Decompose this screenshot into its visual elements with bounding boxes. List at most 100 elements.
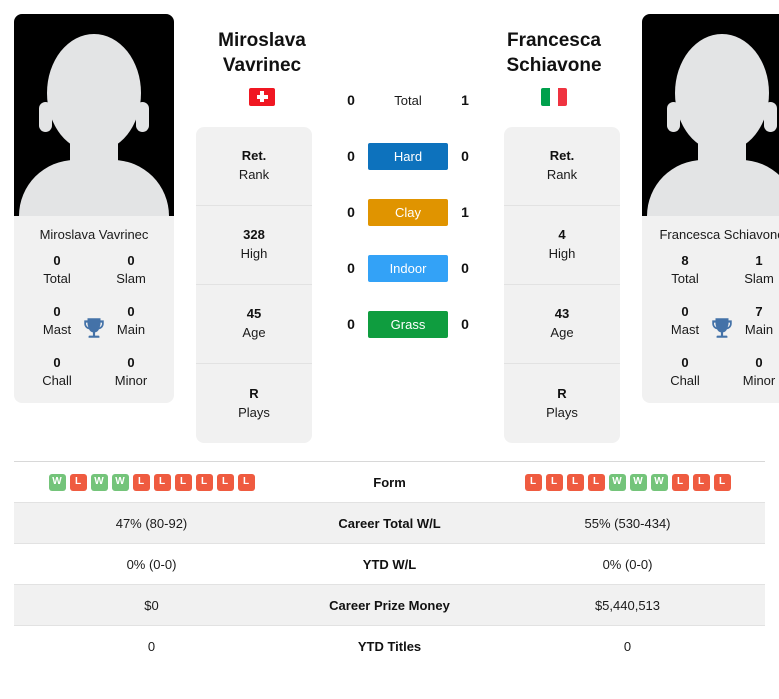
right-player-photo (642, 14, 779, 216)
form-badge-loss[interactable]: L (153, 473, 171, 491)
right-plays-label: Plays (546, 404, 578, 420)
left-player-photo (14, 14, 174, 216)
right-player-first-name: Francesca (506, 30, 601, 51)
right-titles-slam: 1 Slam (722, 252, 779, 287)
left-age-label: Age (242, 325, 266, 340)
left-titles-total-label: Total (43, 270, 71, 286)
top-section: Miroslava Vavrinec 0 Total 0 Slam 0 Mast… (0, 0, 779, 443)
left-player-first-name: Miroslava (218, 30, 306, 51)
right-titles-chall-label: Chall (670, 372, 700, 388)
left-high-label: High (240, 246, 268, 261)
right-career-total-wl: 55% (530-434) (584, 515, 671, 531)
right-titles-chall-value: 0 (681, 355, 689, 371)
h2h-clay-right-score: 1 (461, 204, 469, 220)
row-label-form: Form (373, 474, 406, 490)
right-high-label: High (548, 246, 576, 261)
left-titles-total-value: 0 (53, 253, 61, 268)
left-player-titles-grid: 0 Total 0 Slam 0 Mast 0 Main 0 Chall 0 M… (14, 252, 174, 403)
flag-switzerland-icon (249, 87, 275, 106)
form-badge-loss[interactable]: L (692, 473, 710, 491)
left-player-avatar-card: Miroslava Vavrinec 0 Total 0 Slam 0 Mast… (14, 14, 174, 404)
form-badge-loss[interactable]: L (174, 473, 192, 491)
form-badge-loss[interactable]: L (132, 473, 150, 491)
h2h-clay-left-score: 0 (347, 204, 355, 220)
right-career-prize-money: $5,440,513 (594, 597, 661, 613)
form-badge-loss[interactable]: L (69, 473, 87, 491)
form-badge-loss[interactable]: L (566, 473, 584, 491)
table-row-form: WLWWLLLLLL Form LLLLWWWLLL (14, 461, 765, 503)
right-titles-total-label: Total (671, 270, 699, 286)
right-rank-value: Ret. (549, 148, 575, 164)
h2h-row-indoor: 0 Indoor 0 (334, 240, 482, 296)
left-titles-chall-value: 0 (53, 355, 61, 371)
flag-italy-icon (541, 87, 567, 106)
table-row-ytd-titles: 0 YTD Titles 0 (14, 625, 765, 667)
left-titles-chall: 0 Chall (20, 354, 94, 389)
head-to-head-column: 0 Total 1 0 Hard 0 0 Clay 1 0 Indoor 0 0 (334, 14, 482, 352)
form-badge-win[interactable]: W (90, 473, 108, 491)
left-rank-value: Ret. (241, 148, 267, 164)
right-titles-minor: 0 Minor (722, 354, 779, 389)
h2h-clay-badge[interactable]: Clay (368, 198, 448, 226)
left-player-heading[interactable]: Miroslava Vavrinec (204, 28, 320, 106)
form-badge-win[interactable]: W (111, 473, 129, 491)
h2h-total-right-score: 1 (461, 92, 469, 108)
right-form-strip: LLLLWWWLLL (498, 473, 757, 491)
right-form-cell: LLLLWWWLLL (490, 462, 765, 503)
form-badge-win[interactable]: W (48, 473, 66, 491)
h2h-indoor-badge[interactable]: Indoor (368, 254, 448, 282)
left-titles-minor: 0 Minor (94, 354, 168, 389)
left-titles-minor-label: Minor (114, 372, 148, 388)
right-high-value: 4 (558, 227, 566, 243)
form-badge-win[interactable]: W (608, 473, 626, 491)
form-badge-loss[interactable]: L (713, 473, 731, 491)
left-info-high: 328 High (196, 206, 312, 285)
h2h-hard-badge[interactable]: Hard (368, 142, 448, 170)
form-badge-loss[interactable]: L (216, 473, 234, 491)
right-player-titles-grid: 8 Total 1 Slam 0 Mast 7 Main 0 Chall 0 M… (642, 252, 779, 403)
right-player-heading[interactable]: Francesca Schiavone (496, 28, 612, 106)
right-titles-chall: 0 Chall (648, 354, 722, 389)
form-badge-loss[interactable]: L (237, 473, 255, 491)
h2h-row-clay: 0 Clay 1 (334, 184, 482, 240)
right-info-age: 43 Age (504, 285, 620, 364)
row-label-ytd-wl: YTD W/L (362, 556, 417, 572)
left-titles-total: 0 Total (20, 252, 94, 287)
left-titles-slam-value: 0 (127, 253, 135, 268)
trophy-icon (712, 317, 732, 338)
h2h-indoor-right-score: 0 (461, 260, 469, 276)
silhouette-body (647, 160, 779, 216)
form-badge-loss[interactable]: L (524, 473, 542, 491)
form-badge-loss[interactable]: L (671, 473, 689, 491)
h2h-row-total: 0 Total 1 (334, 72, 482, 128)
right-age-label: Age (550, 325, 574, 340)
form-badge-loss[interactable]: L (587, 473, 605, 491)
form-badge-win[interactable]: W (650, 473, 668, 491)
left-info-rank: Ret. Rank (196, 127, 312, 206)
left-form-cell: WLWWLLLLLL (14, 462, 289, 503)
form-badge-win[interactable]: W (629, 473, 647, 491)
h2h-grass-badge[interactable]: Grass (368, 310, 448, 338)
form-badge-loss[interactable]: L (195, 473, 213, 491)
left-plays-label: Plays (238, 404, 270, 420)
right-ytd-wl: 0% (0-0) (602, 556, 653, 572)
silhouette-body (19, 160, 169, 216)
left-titles-chall-label: Chall (42, 372, 72, 388)
h2h-total-label: Total (394, 92, 422, 108)
h2h-grass-right-score: 0 (461, 316, 469, 332)
h2h-row-grass: 0 Grass 0 (334, 296, 482, 352)
row-label-career-prize-money: Career Prize Money (329, 597, 450, 613)
left-titles-slam-label: Slam (116, 270, 146, 286)
left-rank-label: Rank (238, 167, 270, 182)
form-badge-loss[interactable]: L (545, 473, 563, 491)
left-info-age: 45 Age (196, 285, 312, 364)
right-plays-value: R (557, 385, 567, 401)
silhouette-ear-right (136, 102, 149, 132)
left-player-info-card: Ret. Rank 328 High 45 Age R Plays (196, 127, 312, 443)
table-row-ytd-wl: 0% (0-0) YTD W/L 0% (0-0) (14, 543, 765, 585)
right-titles-slam-label: Slam (744, 270, 774, 286)
right-info-high: 4 High (504, 206, 620, 285)
left-high-value: 328 (243, 227, 265, 243)
row-label-career-total-wl: Career Total W/L (338, 515, 441, 531)
left-career-prize-money: $0 (144, 597, 159, 613)
